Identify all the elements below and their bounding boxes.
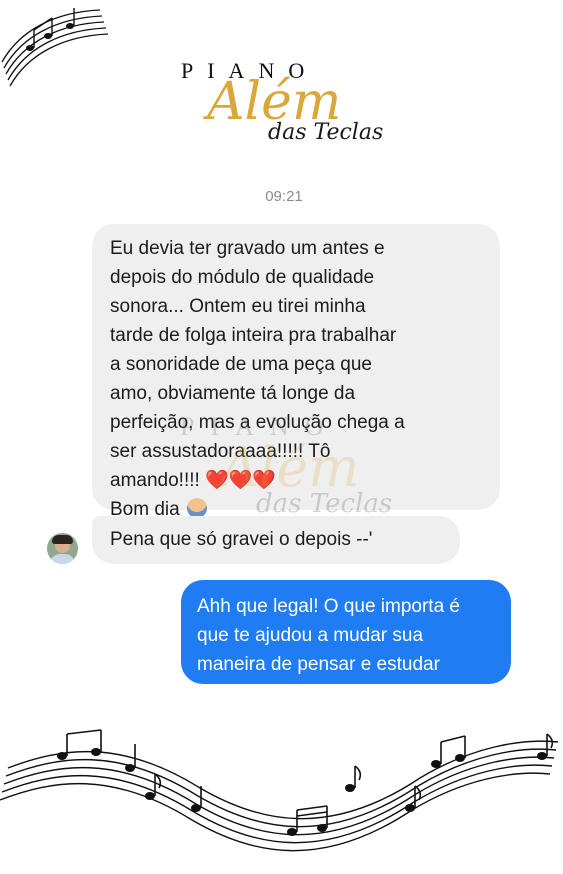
message-line: Eu devia ter gravado um antes e — [110, 238, 385, 259]
message-line: amo, obviamente tá longe da — [110, 383, 356, 404]
received-message-bubble[interactable]: Eu devia ter gravado um antes e depois d… — [92, 224, 500, 520]
message-timestamp: 09:21 — [265, 188, 303, 205]
message-line-with-hearts: amando!!!! ❤️❤️❤️ — [110, 466, 482, 495]
brand-das-teclas-text: das Teclas — [268, 120, 384, 145]
message-line: ser assustadoraaaa!!!!! Tô — [110, 441, 331, 462]
message-line: Ahh que legal! O que importa é — [197, 596, 461, 617]
message-line: sonora... Ontem eu tirei minha — [110, 296, 366, 317]
message-line: amando!!!! — [110, 470, 200, 491]
message-line: tarde de folga inteira pra trabalhar — [110, 325, 397, 346]
avatar-body — [50, 554, 75, 564]
heart-emoji-icon: ❤️❤️❤️ — [205, 470, 277, 491]
message-line: que te ajudou a mudar sua — [197, 625, 424, 646]
brand-logo: PIANO Além das Teclas — [0, 0, 563, 170]
sent-message-bubble[interactable]: Ahh que legal! O que importa é que te aj… — [181, 580, 511, 684]
contact-avatar[interactable] — [47, 533, 78, 564]
message-line: depois do módulo de qualidade — [110, 267, 375, 288]
music-staff-bottom-decoration — [0, 729, 559, 852]
person-bowing-emoji-icon — [186, 498, 207, 518]
message-line: perfeição, mas a evolução chega a — [110, 412, 405, 433]
message-text: Pena que só gravei o depois --' — [110, 529, 373, 550]
message-line: maneira de pensar e estudar — [197, 654, 440, 675]
avatar-hair — [52, 535, 73, 544]
message-line: a sonoridade de uma peça que — [110, 354, 372, 375]
chat-screenshot: 09:21 Eu devia ter gravado um antes e de… — [40, 172, 528, 720]
received-message-bubble-2[interactable]: Pena que só gravei o depois --' — [92, 516, 460, 564]
